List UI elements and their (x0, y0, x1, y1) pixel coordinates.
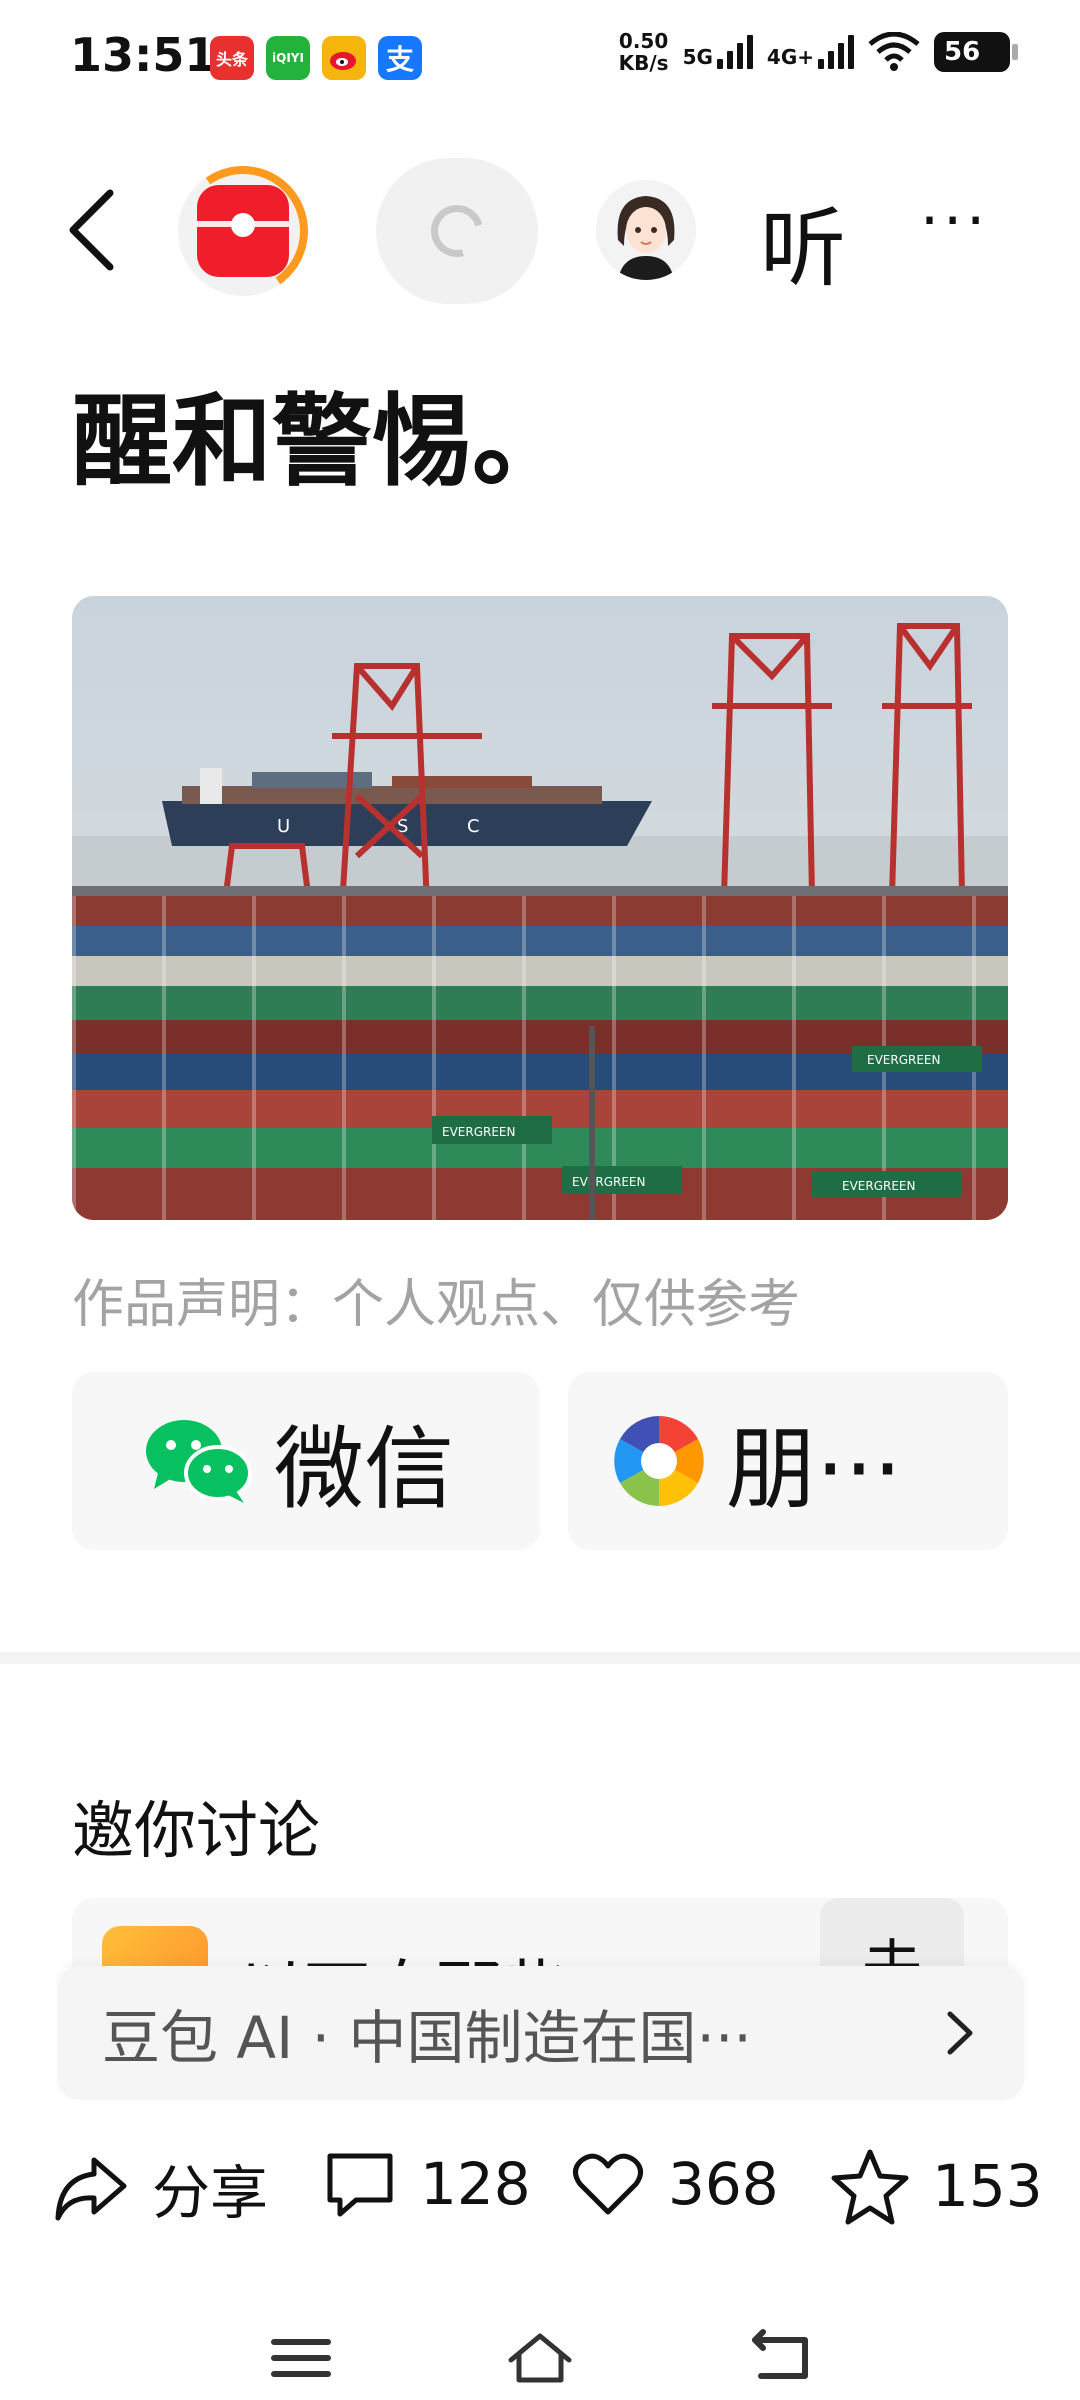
red-packet-button[interactable] (167, 155, 319, 307)
ai-assistant-bar[interactable]: 豆包 AI · 中国制造在国··· (58, 1966, 1024, 2100)
top-nav: 听 ··· (0, 150, 1080, 310)
status-bar: 13:51 头条 iQIYI 支 0.50 KB/s 5G 4G+ 56 (0, 0, 1080, 120)
status-app-icons: 头条 iQIYI 支 (210, 36, 422, 80)
comment-button[interactable]: 128 (322, 2146, 531, 2222)
net-5g-label: 5G (682, 45, 713, 69)
star-icon (831, 2149, 909, 2225)
loading-button[interactable] (376, 158, 538, 304)
share-action-button[interactable]: 分享 (50, 2146, 268, 2230)
action-bar: 分享 128 368 153 (0, 2130, 1080, 2248)
article-image[interactable]: U S C EVERGREEN EVERGREEN EVERGREEN EVER… (72, 596, 1008, 1220)
port-image: U S C EVERGREEN EVERGREEN EVERGREEN EVER… (72, 596, 1008, 1220)
speed-unit: KB/s (618, 51, 669, 75)
ai-assistant-text: 豆包 AI · 中国制造在国··· (102, 2004, 752, 2072)
comment-count: 128 (420, 2150, 531, 2218)
listen-button[interactable]: 听 (760, 178, 846, 303)
share-action-label: 分享 (152, 2159, 269, 2227)
alipay-icon: 支 (378, 36, 422, 80)
share-wechat-label: 微信 (274, 1417, 454, 1522)
loading-spinner-icon (421, 195, 493, 267)
home-icon[interactable] (505, 2328, 575, 2388)
svg-text:U: U (277, 816, 290, 837)
toutiao-icon: 头条 (210, 36, 254, 80)
status-time: 13:51 (70, 28, 217, 82)
battery-icon: 56 (934, 32, 1018, 72)
favorite-button[interactable]: 153 (830, 2146, 1043, 2226)
signal-4g: 4G+ (767, 35, 854, 69)
favorite-count: 153 (932, 2152, 1043, 2220)
like-button[interactable]: 368 (570, 2146, 779, 2222)
avatar[interactable] (596, 180, 696, 280)
network-speed: 0.50 KB/s (619, 30, 669, 74)
red-packet-icon (197, 185, 289, 277)
wifi-icon (868, 32, 920, 71)
comment-icon (327, 2153, 393, 2217)
share-moments-button[interactable]: 朋··· (568, 1372, 1008, 1550)
heart-icon (573, 2153, 643, 2215)
article-headline-fragment: 醒和警惕。 (72, 383, 572, 500)
signal-5g: 5G (683, 35, 753, 69)
section-divider (0, 1652, 1080, 1664)
svg-text:EVERGREEN: EVERGREEN (442, 1125, 516, 1139)
status-indicators: 0.50 KB/s 5G 4G+ 56 (619, 30, 1018, 74)
chevron-right-icon (947, 2011, 973, 2055)
share-wechat-button[interactable]: 微信 (72, 1372, 540, 1550)
signal-bars-icon (818, 35, 854, 69)
svg-text:EVERGREEN: EVERGREEN (572, 1175, 646, 1189)
avatar-icon (596, 180, 696, 280)
weibo-icon (322, 36, 366, 80)
speed-value: 0.50 (618, 29, 669, 53)
back-nav-icon[interactable] (745, 2328, 815, 2388)
share-moments-label: 朋··· (726, 1417, 902, 1522)
share-row: 微信 朋··· (72, 1372, 1008, 1550)
wechat-icon (146, 1420, 252, 1503)
svg-text:EVERGREEN: EVERGREEN (867, 1053, 941, 1067)
svg-text:C: C (467, 816, 480, 837)
iqiyi-icon: iQIYI (266, 36, 310, 80)
menu-icon[interactable] (266, 2328, 336, 2388)
discussion-title: 邀你讨论 (72, 1794, 321, 1867)
screen: 13:51 头条 iQIYI 支 0.50 KB/s 5G 4G+ 56 听 ·… (0, 0, 1080, 2400)
signal-bars-icon (716, 35, 753, 69)
svg-text:EVERGREEN: EVERGREEN (842, 1179, 916, 1193)
moments-icon (614, 1416, 704, 1506)
more-icon[interactable]: ··· (920, 186, 989, 256)
system-nav-bar (0, 2300, 1080, 2400)
share-icon (55, 2157, 127, 2221)
content-statement: 作品声明：个人观点、仅供参考 (72, 1275, 801, 1335)
net-4g-label: 4G+ (766, 45, 814, 69)
back-icon[interactable] (55, 185, 135, 275)
like-count: 368 (668, 2150, 779, 2218)
